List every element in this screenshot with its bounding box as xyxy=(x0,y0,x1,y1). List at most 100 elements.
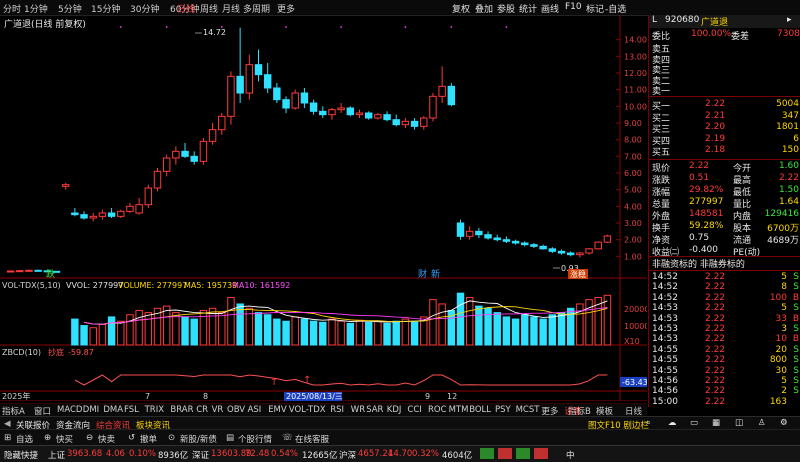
zbcd-name[interactable]: ZBCD(10) xyxy=(2,348,41,357)
sz-change: 72.48 xyxy=(245,449,270,459)
top-marker-dot xyxy=(404,26,407,28)
quick-sell-button[interactable]: 快卖 xyxy=(98,433,115,445)
tab-monthly[interactable]: 月线 xyxy=(222,2,240,15)
volume-bar xyxy=(162,305,171,346)
tab-daily[interactable]: 日线 xyxy=(177,2,195,15)
tab-15min[interactable]: 15分钟 xyxy=(91,2,120,15)
stat-value: -0.400 xyxy=(689,245,719,255)
indicator-tab[interactable]: PSY xyxy=(495,405,511,415)
settings-icon[interactable]: ⚙ xyxy=(780,418,788,428)
buy-level-row[interactable]: 买一 2.22 5004 xyxy=(649,99,800,112)
zbcd-arrow-2: ↑ xyxy=(303,375,311,386)
layout-icon[interactable]: ▦ xyxy=(712,418,720,428)
indicator-tab[interactable]: CCI xyxy=(407,405,421,415)
candle-body xyxy=(6,270,15,273)
biaoji-button[interactable]: 标记 xyxy=(586,2,604,15)
tick-row: 15:00 2.22 163 xyxy=(649,397,800,409)
indicator-tab[interactable]: BOLL xyxy=(469,405,491,415)
indicator-tab[interactable]: WR xyxy=(351,405,365,415)
tick-price: 2.22 xyxy=(705,313,726,324)
favorites-button[interactable]: 自选 xyxy=(16,433,33,445)
tick-price: 2.22 xyxy=(705,386,726,397)
tab-weekly[interactable]: 周线 xyxy=(200,2,218,15)
indicator-tab[interactable]: RSI xyxy=(330,405,344,415)
indicator-tab[interactable]: TRIX xyxy=(145,405,164,415)
candle-body xyxy=(199,140,208,162)
indicator-tab[interactable]: BRAR xyxy=(170,405,193,415)
indicator-tab[interactable]: MCST xyxy=(516,405,540,415)
indicator-tab[interactable]: ROC xyxy=(428,405,447,415)
candle-body xyxy=(530,244,538,247)
add-favorite-button[interactable]: -自选 xyxy=(605,2,626,15)
cangu-button[interactable]: 参股 xyxy=(497,2,515,15)
indicator-tab[interactable]: DMI xyxy=(83,405,99,415)
indicator-tab[interactable]: MACD xyxy=(57,405,82,415)
vol-tick-10000: 10000 xyxy=(624,322,647,331)
cancel-order-button[interactable]: 撤单 xyxy=(140,433,157,445)
buy-level-row[interactable]: 买五 2.18 150 xyxy=(649,145,800,158)
indicator-tab[interactable]: FSL xyxy=(124,405,139,415)
sz-amount: 12665亿 xyxy=(302,451,338,461)
indicator-tab[interactable]: OBV xyxy=(227,405,245,415)
sell-level-row[interactable]: 卖一 xyxy=(649,84,800,97)
diejia-button[interactable]: 叠加 xyxy=(475,2,493,15)
buy-level-row[interactable]: 买三 2.20 1801 xyxy=(649,122,800,135)
indicator-tab[interactable]: ASI xyxy=(248,405,262,415)
screen-icon[interactable]: ▭ xyxy=(690,418,698,428)
quick-buy-icon: ⊕ xyxy=(44,433,52,443)
vol-indicator-name[interactable]: VOL-TDX(5,10) xyxy=(2,281,61,290)
ipo-button[interactable]: 新股/新债 xyxy=(180,433,217,445)
fuquan-button[interactable]: 复权 xyxy=(452,2,470,15)
stat-value: 129416 xyxy=(764,209,799,219)
y-axis-tick: 1.00 xyxy=(624,252,642,261)
cancel-icon: ↺ xyxy=(128,433,136,443)
kline-chart[interactable]: 14.00 13.00 12.00 11.00 10.00 9.00 8.00 7.00 6.0… xyxy=(0,15,647,401)
f10-button[interactable]: F10 xyxy=(565,2,582,12)
indicator-tab[interactable]: MTM xyxy=(449,405,469,415)
tick-time: 14:55 xyxy=(652,344,678,355)
tongji-button[interactable]: 统计 xyxy=(519,2,537,15)
quick-buy-button[interactable]: 快买 xyxy=(56,433,73,445)
tab-1min[interactable]: 1分钟 xyxy=(24,2,48,15)
tab-fenshi[interactable]: 分时 xyxy=(3,2,21,15)
stock-quote-button[interactable]: 个股行情 xyxy=(238,433,272,445)
hide-shortcut-button[interactable]: 隐藏快捷 xyxy=(4,449,38,461)
tick-side: S xyxy=(793,272,799,282)
online-service-button[interactable]: 在线客服 xyxy=(295,433,329,445)
indicator-tab[interactable]: DMA xyxy=(103,405,123,415)
huaxian-button[interactable]: 画线 xyxy=(541,2,559,15)
ime-mode[interactable]: 中 xyxy=(566,449,575,461)
volume-bar xyxy=(392,320,400,346)
tab-30min[interactable]: 30分钟 xyxy=(130,2,159,15)
candle-body xyxy=(98,212,107,217)
indicator-tab[interactable]: EMV xyxy=(268,405,287,415)
candle-body xyxy=(456,222,465,237)
buy-level-row[interactable]: 买二 2.21 347 xyxy=(649,111,800,124)
window-icon[interactable]: ◫ xyxy=(735,418,743,428)
tab-5min[interactable]: 5分钟 xyxy=(58,2,82,15)
indicator-tab[interactable]: VOL-TDX xyxy=(289,405,326,415)
vol-unit: X10 xyxy=(624,337,640,346)
tab-more[interactable]: 更多 xyxy=(277,2,295,15)
indicator-tab[interactable]: KDJ xyxy=(387,405,402,415)
tab-multi-period[interactable]: 多周期 xyxy=(243,2,270,15)
tick-volume: 5 xyxy=(781,376,787,386)
volume-bar xyxy=(374,320,382,346)
buy-level-row[interactable]: 买四 2.19 6 xyxy=(649,134,800,147)
candle-body xyxy=(34,269,42,272)
margin-note: 非融资标的 非融券标的 xyxy=(649,257,800,270)
panel-close-icon[interactable]: ▸ xyxy=(787,15,792,25)
stat-value: 2.22 xyxy=(689,161,710,171)
user-icon[interactable]: ♙ xyxy=(758,418,766,428)
volume-bar xyxy=(530,316,538,346)
candle-body xyxy=(548,248,557,252)
tick-volume: 8 xyxy=(781,282,787,293)
indicator-tab[interactable]: SAR xyxy=(366,405,383,415)
tick-volume: 800 xyxy=(769,355,787,366)
tick-volume: 20 xyxy=(775,344,787,355)
tick-price: 2.22 xyxy=(705,292,726,303)
indicator-tab[interactable]: VR xyxy=(212,405,224,415)
indicator-tab[interactable]: CR xyxy=(196,405,208,415)
cloud-icon[interactable]: ☁ xyxy=(668,418,677,428)
search-icon[interactable]: ⌕ xyxy=(646,418,651,428)
